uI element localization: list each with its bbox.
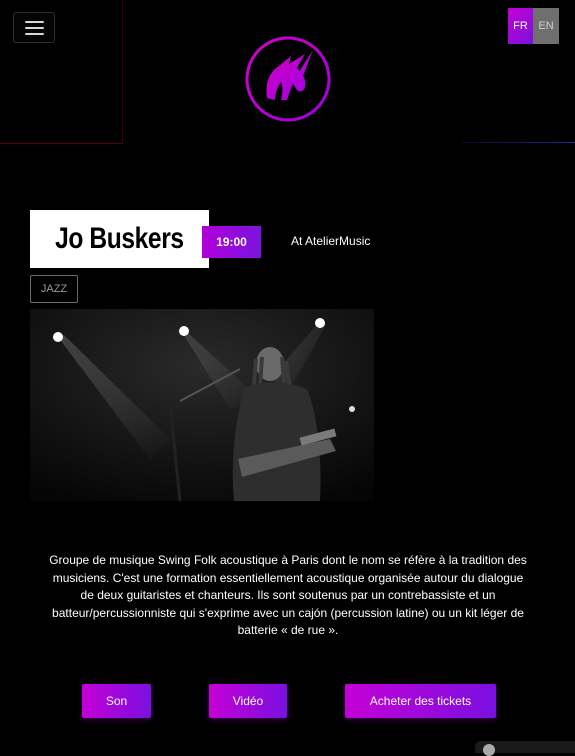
- corner-widget[interactable]: [475, 741, 575, 756]
- sound-button[interactable]: Son: [82, 684, 151, 718]
- artist-photo: [30, 309, 374, 501]
- unicorn-logo-icon[interactable]: [245, 36, 331, 122]
- header-frame-line-right: [462, 142, 575, 143]
- language-switcher: FR EN: [508, 8, 559, 44]
- hamburger-icon: [24, 20, 44, 23]
- lang-fr-button[interactable]: FR: [508, 8, 533, 44]
- event-title: Jo Buskers: [55, 222, 184, 255]
- video-button[interactable]: Vidéo: [209, 684, 287, 718]
- event-title-box: Jo Buskers: [30, 210, 209, 268]
- lang-en-button[interactable]: EN: [533, 8, 559, 44]
- widget-icon: [483, 744, 495, 756]
- buy-tickets-button[interactable]: Acheter des tickets: [345, 684, 496, 718]
- event-time-badge: 19:00: [202, 226, 261, 258]
- event-venue: At AtelierMusic: [291, 234, 371, 248]
- event-description: Groupe de musique Swing Folk acoustique …: [49, 553, 527, 637]
- menu-toggle-button[interactable]: [13, 12, 55, 43]
- genre-tag[interactable]: JAZZ: [30, 275, 78, 303]
